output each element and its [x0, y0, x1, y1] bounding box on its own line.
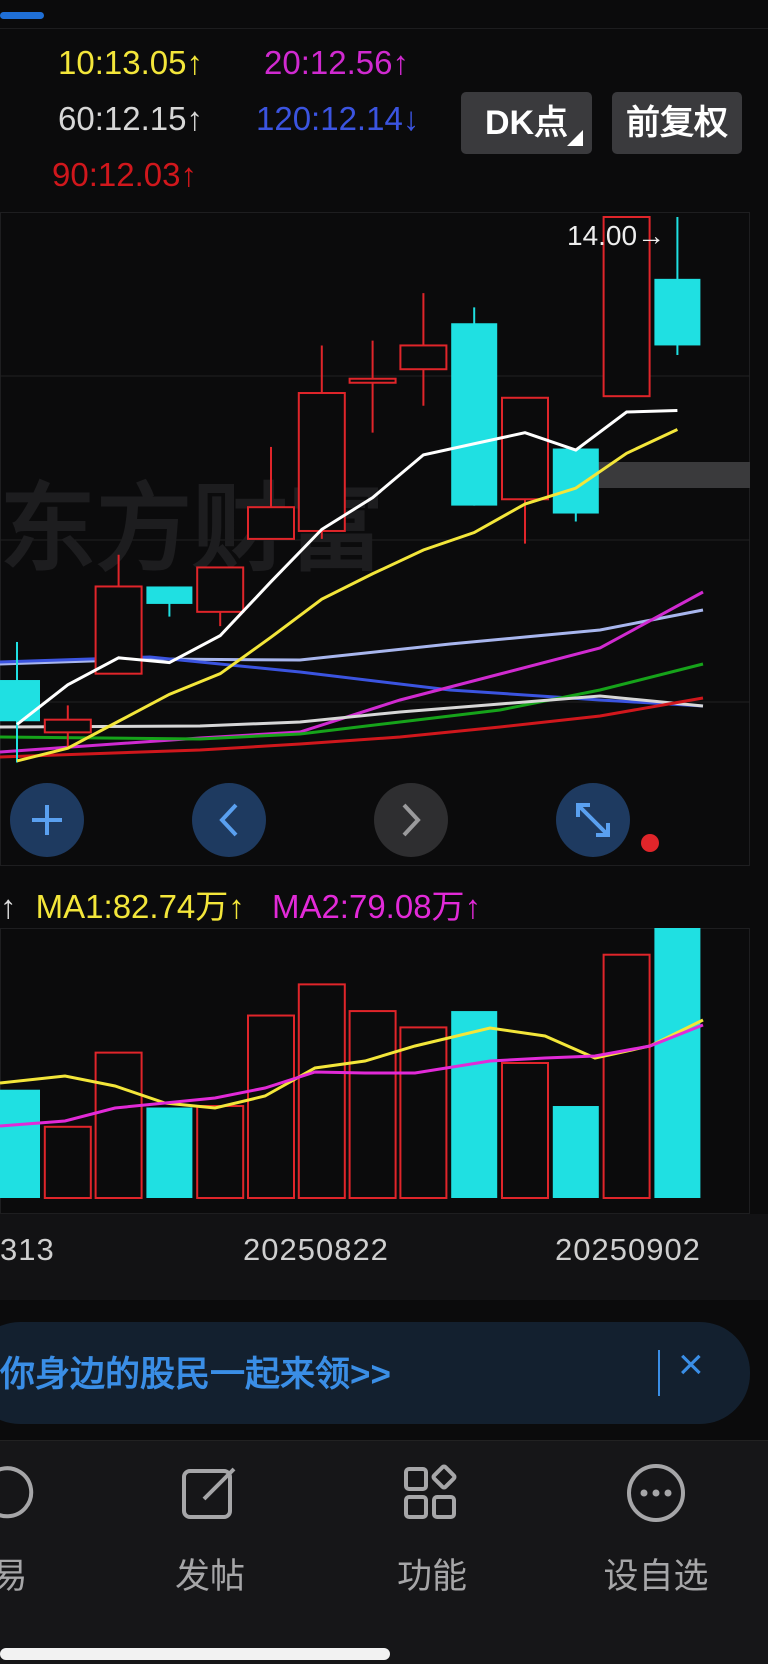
- promo-banner[interactable]: 你身边的股民一起来领>> ×: [0, 1322, 750, 1424]
- tab-post[interactable]: 发帖: [140, 1461, 280, 1599]
- ma60-value: 60:12.15: [58, 100, 187, 137]
- adjust-price-label: 前复权: [626, 104, 728, 142]
- up-arrow-icon: ↑: [186, 100, 203, 137]
- adjust-price-button[interactable]: 前复权: [612, 92, 742, 154]
- notification-dot: [641, 834, 659, 852]
- date-label-left: 313: [0, 1232, 55, 1267]
- vol-ma2-value: MA2:79.08万: [271, 888, 465, 925]
- volume-bar: [247, 1014, 295, 1200]
- high-price-label: 14.00→: [567, 220, 665, 251]
- trade-icon: [0, 1466, 34, 1519]
- candle-body: [196, 566, 245, 613]
- close-icon[interactable]: ×: [678, 1340, 704, 1390]
- ma90-indicator: 90:12.03↑: [52, 156, 197, 194]
- up-arrow-icon: ↑: [186, 44, 203, 81]
- candle: [552, 448, 599, 522]
- down-arrow-icon: ↓: [402, 100, 420, 137]
- banner-divider: [658, 1350, 660, 1396]
- scroll-right-button[interactable]: [374, 783, 448, 857]
- ma20-value: 20:12.56: [264, 44, 393, 81]
- candle-body: [146, 586, 193, 604]
- date-axis: 313 20250822 20250902: [0, 1214, 768, 1300]
- volume-bar: [196, 1105, 245, 1199]
- up-arrow-icon: ↑: [180, 156, 197, 193]
- candle-body: [399, 344, 448, 371]
- up-arrow-icon: ↑: [464, 888, 482, 925]
- date-label-mid: 20250822: [243, 1232, 389, 1267]
- volume-bar: [297, 983, 346, 1199]
- up-arrow-icon: ↑: [392, 44, 409, 81]
- date-label-right: 20250902: [555, 1232, 701, 1267]
- fullscreen-button[interactable]: [556, 783, 630, 857]
- volume-bar: [348, 1010, 397, 1199]
- vol-ma1-value: MA1:82.74万: [35, 888, 229, 925]
- dk-point-button[interactable]: DK点: [461, 92, 592, 154]
- candle-body: [348, 377, 397, 384]
- more-icon: [627, 1464, 685, 1522]
- compose-icon: [182, 1467, 236, 1519]
- corner-triangle-icon: [567, 130, 583, 146]
- active-tab-indicator: [0, 12, 44, 19]
- ma20-indicator: 20:12.56↑: [264, 44, 409, 82]
- ma60-indicator: 60:12.15↑: [58, 100, 203, 138]
- volume-legend: ↑ MA1:82.74万↑ MA2:79.08万↑: [0, 880, 481, 928]
- tab-add-watchlist-label: 设自选: [603, 1557, 709, 1596]
- volume-bar: [94, 1051, 143, 1199]
- volume-chart[interactable]: [0, 928, 750, 1214]
- candlestick-chart[interactable]: 东方财富 14.00→: [0, 212, 750, 866]
- top-tab-strip: [0, 0, 768, 29]
- bottom-tab-bar: 易 发帖 功能 设自选: [0, 1440, 768, 1664]
- up-arrow-icon: ↑: [0, 888, 17, 925]
- volume-bar: [552, 1106, 599, 1198]
- volume-bar: [0, 1089, 40, 1198]
- up-arrow-icon: ↑: [228, 888, 245, 925]
- volume-bar: [399, 1026, 448, 1200]
- volume-bar: [602, 953, 651, 1200]
- volume-bar: [501, 1062, 549, 1199]
- volume-bar: [654, 928, 701, 1198]
- candle-body: [297, 392, 346, 532]
- chevron-left-icon: [219, 803, 238, 837]
- volume-bar: [451, 1011, 498, 1198]
- ma90-value: 90:12.03: [52, 156, 181, 193]
- chevron-right-icon: [402, 803, 421, 837]
- dk-point-label: DK点: [484, 104, 569, 142]
- price-highlight-band: [598, 462, 750, 488]
- volume-bar: [146, 1107, 193, 1198]
- tab-trade[interactable]: 易: [0, 1461, 80, 1599]
- ma10-value: 10:13.05: [58, 44, 187, 81]
- candle-body: [654, 278, 701, 346]
- plus-icon: [32, 805, 62, 835]
- candle: [451, 307, 498, 506]
- tab-add-watchlist[interactable]: 设自选: [586, 1461, 726, 1599]
- home-indicator: [0, 1648, 390, 1660]
- expand-icon: [576, 803, 610, 837]
- candle-body: [552, 448, 599, 514]
- tab-trade-label: 易: [0, 1557, 28, 1596]
- zoom-in-button[interactable]: [10, 783, 84, 857]
- ma10-indicator: 10:13.05↑: [58, 44, 203, 82]
- apps-icon: [404, 1464, 457, 1519]
- volume-bar: [43, 1125, 92, 1200]
- banner-text[interactable]: 你身边的股民一起来领>>: [0, 1346, 391, 1397]
- candle-body: [247, 506, 295, 540]
- candle-body: [451, 323, 498, 506]
- ma120-value: 120:12.14: [256, 100, 403, 137]
- candle-body: [43, 718, 92, 734]
- ma120-indicator: 120:12.14↓: [256, 100, 419, 138]
- tab-functions-label: 功能: [396, 1557, 467, 1596]
- tab-functions[interactable]: 功能: [362, 1461, 502, 1599]
- candle-body: [501, 396, 549, 501]
- tab-post-label: 发帖: [174, 1557, 245, 1596]
- scroll-left-button[interactable]: [192, 783, 266, 857]
- candle-body: [0, 680, 40, 722]
